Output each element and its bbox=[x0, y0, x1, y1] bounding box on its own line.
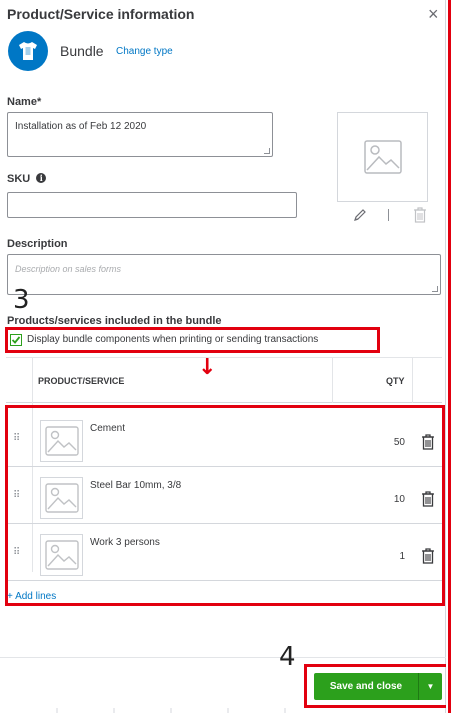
shirt-icon bbox=[19, 42, 37, 60]
footer-divider bbox=[0, 657, 446, 658]
sku-label: SKU i bbox=[7, 173, 47, 185]
item-type-label: Bundle bbox=[60, 43, 104, 59]
image-actions bbox=[353, 207, 433, 223]
column-divider bbox=[412, 357, 413, 403]
name-value: Installation as of Feb 12 2020 bbox=[15, 121, 147, 132]
description-field[interactable]: Description on sales forms bbox=[7, 254, 441, 295]
resize-handle-icon[interactable] bbox=[264, 148, 270, 154]
action-divider bbox=[388, 209, 389, 221]
delete-image-icon[interactable] bbox=[413, 207, 427, 223]
table-header: PRODUCT/SERVICE QTY bbox=[6, 357, 442, 403]
image-placeholder-icon bbox=[363, 140, 402, 174]
description-label: Description bbox=[7, 238, 68, 250]
step-3-annotation: 3 bbox=[13, 285, 30, 315]
step-4-annotation: 4 bbox=[279, 642, 296, 672]
column-divider bbox=[332, 357, 333, 403]
components-highlight-box bbox=[5, 405, 445, 606]
add-lines-link[interactable]: + Add lines bbox=[7, 591, 56, 602]
change-type-link[interactable]: Change type bbox=[116, 46, 173, 57]
name-label: Name* bbox=[7, 96, 42, 108]
sku-field[interactable] bbox=[7, 192, 297, 218]
column-header-qty: QTY bbox=[386, 376, 405, 386]
description-placeholder: Description on sales forms bbox=[15, 264, 122, 274]
close-icon[interactable]: × bbox=[428, 4, 439, 25]
save-highlight-box bbox=[304, 664, 449, 708]
checkbox-highlight-box bbox=[5, 327, 380, 353]
bottom-edge-marks bbox=[56, 708, 286, 713]
info-icon[interactable]: i bbox=[36, 173, 47, 183]
right-edge-strip bbox=[446, 0, 454, 713]
image-upload-box[interactable] bbox=[337, 112, 428, 202]
resize-handle-icon[interactable] bbox=[432, 286, 438, 292]
panel-title: Product/Service information bbox=[7, 6, 195, 22]
pencil-icon[interactable] bbox=[353, 208, 367, 222]
product-service-panel: Product/Service information × Bundle Cha… bbox=[0, 0, 449, 713]
name-field[interactable]: Installation as of Feb 12 2020 bbox=[7, 112, 273, 157]
bundle-type-icon bbox=[8, 31, 48, 71]
sku-label-text: SKU bbox=[7, 173, 31, 185]
column-header-product: PRODUCT/SERVICE bbox=[38, 376, 125, 386]
right-edge-red-line bbox=[448, 0, 451, 713]
bundle-section-label: Products/services included in the bundle bbox=[7, 315, 222, 327]
